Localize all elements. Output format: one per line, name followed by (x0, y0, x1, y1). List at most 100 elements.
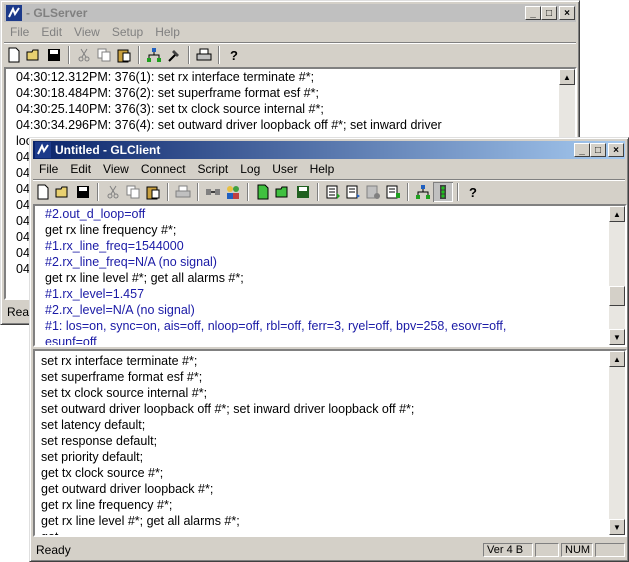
new-script-icon[interactable] (253, 182, 273, 202)
open-script-icon[interactable] (273, 182, 293, 202)
copy-icon[interactable] (94, 45, 114, 65)
status-empty-panel (595, 543, 625, 557)
svg-text:?: ? (230, 48, 238, 63)
maximize-icon[interactable]: □ (541, 6, 557, 20)
minimize-icon[interactable]: _ (525, 6, 541, 20)
help-icon[interactable]: ? (224, 45, 244, 65)
glserver-menubar: File Edit View Setup Help (4, 23, 576, 41)
open-folder-icon[interactable] (24, 45, 44, 65)
toolbar-separator (188, 46, 190, 64)
log-line: 04:30:34.296PM: 376(4): set outward driv… (16, 118, 442, 132)
close-icon[interactable]: × (608, 143, 624, 157)
toolbar-separator (457, 183, 459, 201)
scroll-thumb[interactable] (609, 286, 625, 306)
traffic-light-icon[interactable] (433, 182, 453, 202)
client-script-pane[interactable]: set rx interface terminate #*; set super… (33, 349, 627, 537)
glserver-titlebar[interactable]: - GLServer _ □ × (4, 4, 576, 22)
save-script-icon[interactable] (293, 182, 313, 202)
print-icon[interactable] (194, 45, 214, 65)
help-icon[interactable]: ? (463, 182, 483, 202)
menu-view[interactable]: View (97, 162, 135, 176)
output-line: #1.rx_level=1.457 (45, 287, 145, 301)
output-scrollbar[interactable]: ▲ ▼ (609, 206, 625, 345)
close-icon[interactable]: × (559, 6, 575, 20)
log-line: 04:30:12.312PM: 376(1): set rx interface… (16, 70, 315, 84)
output-line: #2.out_d_loop=off (45, 207, 146, 221)
toolbar-separator (317, 183, 319, 201)
menu-connect[interactable]: Connect (135, 162, 192, 176)
open-folder-icon[interactable] (53, 182, 73, 202)
menu-script[interactable]: Script (192, 162, 235, 176)
glclient-titlebar[interactable]: Untitled - GLClient _ □ × (33, 141, 625, 159)
scroll-down-icon[interactable]: ▼ (609, 519, 625, 535)
script-line: set outward driver loopback off #*; set … (41, 402, 415, 416)
scroll-up-icon[interactable]: ▲ (559, 69, 575, 85)
menu-edit[interactable]: Edit (64, 162, 97, 176)
script-line: get ... (41, 530, 73, 537)
status-version: Ver 4 B (483, 543, 533, 557)
menu-setup[interactable]: Setup (106, 25, 149, 39)
run-script-icon[interactable] (323, 182, 343, 202)
save-icon[interactable] (44, 45, 64, 65)
script-line: get outward driver loopback #*; (41, 482, 214, 496)
output-line: #2.rx_level=N/A (no signal) (45, 303, 195, 317)
paste-icon[interactable] (143, 182, 163, 202)
menu-edit[interactable]: Edit (35, 25, 68, 39)
glclient-title: Untitled - GLClient (55, 143, 161, 157)
status-text: Ready (36, 543, 71, 557)
hammer-icon[interactable] (164, 45, 184, 65)
toolbar-separator (218, 46, 220, 64)
toolbar-separator (97, 183, 99, 201)
scroll-down-icon[interactable]: ▼ (609, 329, 625, 345)
menu-log[interactable]: Log (234, 162, 266, 176)
maximize-icon[interactable]: □ (590, 143, 606, 157)
cut-icon[interactable] (74, 45, 94, 65)
network-icon[interactable] (413, 182, 433, 202)
scroll-up-icon[interactable]: ▲ (609, 206, 625, 222)
script-line: set response default; (41, 434, 158, 448)
connect-icon[interactable] (203, 182, 223, 202)
toolbar-separator (247, 183, 249, 201)
glclient-statusbar: Ready Ver 4 B NUM (33, 541, 625, 559)
toolbar-separator (197, 183, 199, 201)
minimize-icon[interactable]: _ (574, 143, 590, 157)
svg-text:?: ? (469, 185, 477, 200)
new-file-icon[interactable] (4, 45, 24, 65)
output-line: get rx line level #*; get all alarms #*; (45, 271, 244, 285)
glclient-menubar: File Edit View Connect Script Log User H… (33, 160, 625, 178)
toolbar-separator (68, 46, 70, 64)
new-file-icon[interactable] (33, 182, 53, 202)
glserver-app-icon (6, 5, 22, 21)
save-icon[interactable] (73, 182, 93, 202)
users-icon[interactable] (223, 182, 243, 202)
menu-user[interactable]: User (266, 162, 303, 176)
print-icon[interactable] (173, 182, 193, 202)
paste-icon[interactable] (114, 45, 134, 65)
status-num: NUM (561, 543, 593, 557)
status-empty-panel (535, 543, 559, 557)
script-line: set rx interface terminate #*; (41, 354, 198, 368)
log-line: 04:30:25.140PM: 376(3): set tx clock sou… (16, 102, 324, 116)
menu-file[interactable]: File (4, 25, 35, 39)
script-scrollbar[interactable]: ▲ ▼ (609, 351, 625, 535)
cut-icon[interactable] (103, 182, 123, 202)
stop-script-icon[interactable] (363, 182, 383, 202)
output-line: #1.rx_line_freq=1544000 (45, 239, 184, 253)
menu-view[interactable]: View (68, 25, 106, 39)
log-line: 04:30:18.484PM: 376(2): set superframe f… (16, 86, 319, 100)
scroll-up-icon[interactable]: ▲ (609, 351, 625, 367)
output-line: #2.rx_line_freq=N/A (no signal) (45, 255, 217, 269)
copy-icon[interactable] (123, 182, 143, 202)
client-output-pane[interactable]: #2.out_d_loop=off get rx line frequency … (33, 204, 627, 347)
network-icon[interactable] (144, 45, 164, 65)
script-line: get rx line level #*; get all alarms #*; (41, 514, 240, 528)
script-settings-icon[interactable] (383, 182, 403, 202)
output-line: esunf=off (45, 335, 97, 347)
toolbar-separator (407, 183, 409, 201)
menu-file[interactable]: File (33, 162, 64, 176)
output-line: get rx line frequency #*; (45, 223, 177, 237)
menu-help[interactable]: Help (149, 25, 186, 39)
step-script-icon[interactable] (343, 182, 363, 202)
glclient-toolbar: ? (33, 179, 625, 204)
menu-help[interactable]: Help (304, 162, 341, 176)
